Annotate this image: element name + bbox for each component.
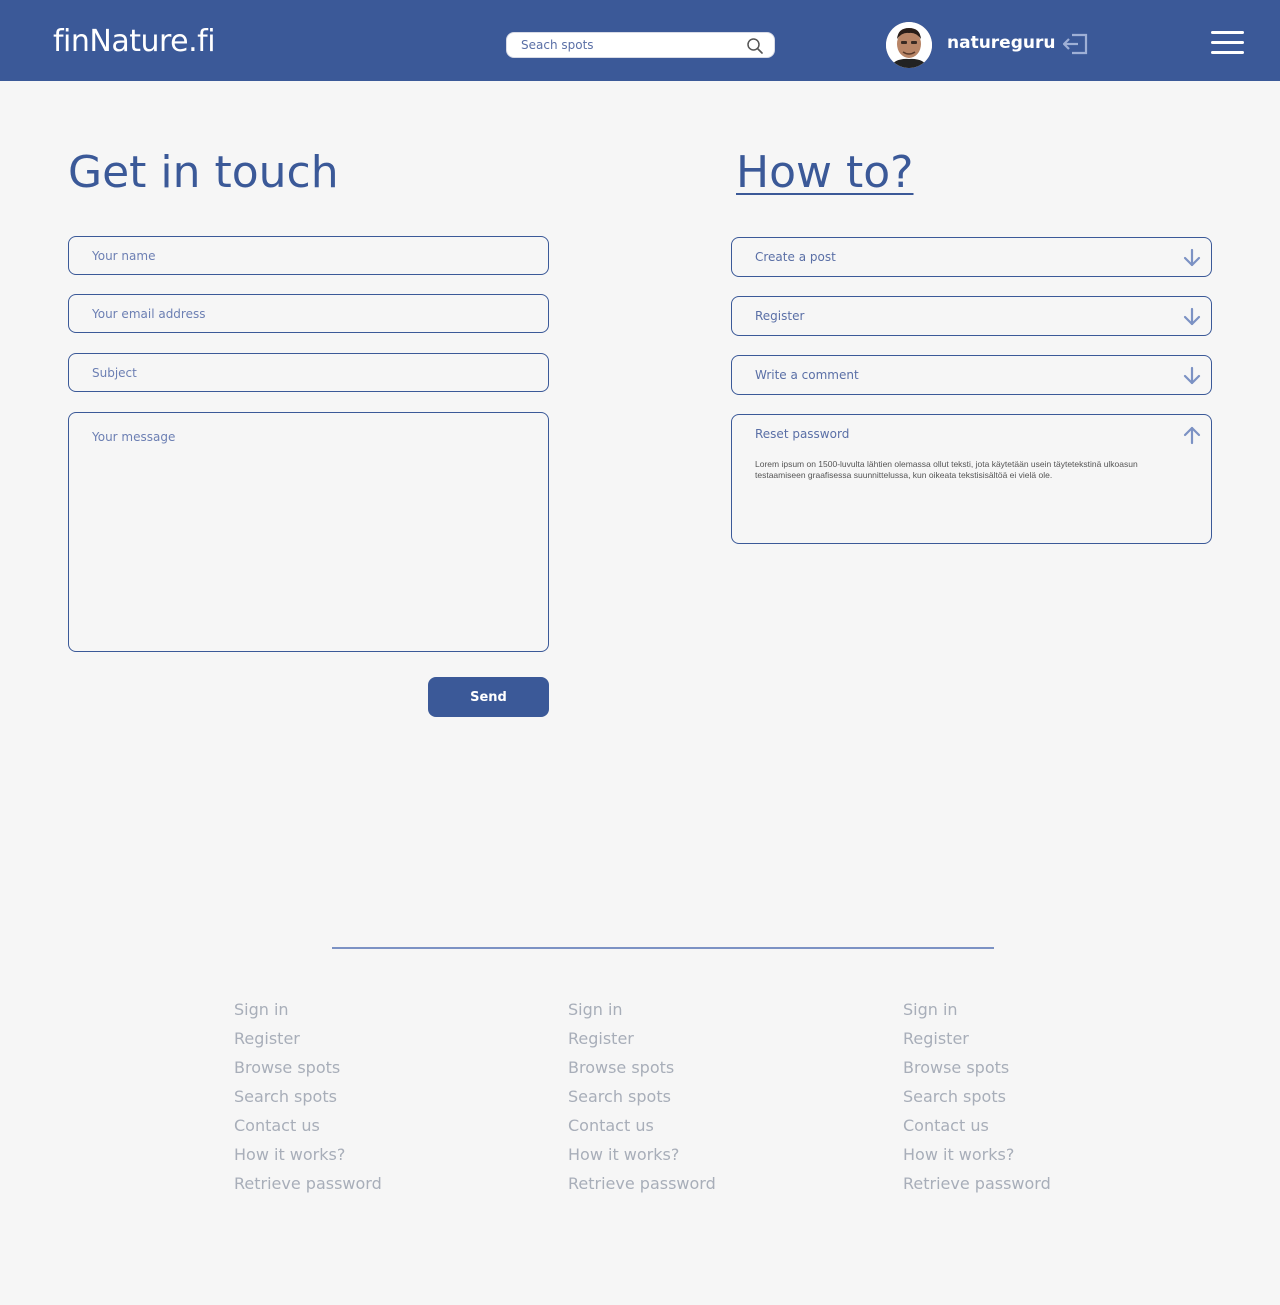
footer-link-search-spots[interactable]: Search spots: [568, 1087, 716, 1116]
footer-link-contact-us[interactable]: Contact us: [903, 1116, 1051, 1145]
arrow-down-icon[interactable]: [1183, 366, 1201, 386]
arrow-up-icon[interactable]: [1183, 425, 1201, 445]
footer-link-search-spots[interactable]: Search spots: [903, 1087, 1051, 1116]
avatar[interactable]: [886, 22, 932, 68]
subject-field[interactable]: [68, 353, 549, 392]
accordion-create-post[interactable]: Create a post: [731, 237, 1212, 277]
search-box[interactable]: [506, 32, 775, 58]
footer-link-sign-in[interactable]: Sign in: [568, 1000, 716, 1029]
footer-column-2: Sign in Register Browse spots Search spo…: [568, 1000, 716, 1203]
accordion-body-text: Lorem ipsum on 1500-luvulta lähtien olem…: [755, 459, 1138, 480]
footer-column-1: Sign in Register Browse spots Search spo…: [234, 1000, 382, 1203]
footer-link-browse-spots[interactable]: Browse spots: [568, 1058, 716, 1087]
footer-link-sign-in[interactable]: Sign in: [903, 1000, 1051, 1029]
accordion-register[interactable]: Register: [731, 296, 1212, 336]
footer-link-how-it-works[interactable]: How it works?: [903, 1145, 1051, 1174]
contact-title: Get in touch: [68, 147, 339, 198]
footer-link-register[interactable]: Register: [568, 1029, 716, 1058]
site-logo[interactable]: finNature.fi: [53, 24, 216, 59]
footer-link-how-it-works[interactable]: How it works?: [568, 1145, 716, 1174]
accordion-write-comment[interactable]: Write a comment: [731, 355, 1212, 395]
accordion-label: Create a post: [755, 250, 836, 264]
footer-link-register[interactable]: Register: [903, 1029, 1051, 1058]
avatar-photo: [886, 22, 932, 68]
accordion-label: Register: [755, 309, 805, 323]
footer-link-browse-spots[interactable]: Browse spots: [234, 1058, 382, 1087]
footer-link-browse-spots[interactable]: Browse spots: [903, 1058, 1051, 1087]
arrow-down-icon[interactable]: [1183, 248, 1201, 268]
footer-link-retrieve-password[interactable]: Retrieve password: [568, 1174, 716, 1203]
arrow-down-icon[interactable]: [1183, 307, 1201, 327]
search-icon[interactable]: [746, 37, 764, 55]
footer-link-retrieve-password[interactable]: Retrieve password: [234, 1174, 382, 1203]
accordion-reset-password[interactable]: Reset password Lorem ipsum on 1500-luvul…: [731, 414, 1212, 544]
accordion-label: Reset password: [755, 427, 850, 441]
footer-link-search-spots[interactable]: Search spots: [234, 1087, 382, 1116]
username[interactable]: natureguru: [947, 33, 1055, 53]
footer-column-3: Sign in Register Browse spots Search spo…: [903, 1000, 1051, 1203]
email-field[interactable]: [68, 294, 549, 333]
message-field[interactable]: [68, 412, 549, 652]
search-input[interactable]: [507, 33, 737, 57]
footer-link-sign-in[interactable]: Sign in: [234, 1000, 382, 1029]
send-button[interactable]: Send: [428, 677, 549, 717]
footer-link-contact-us[interactable]: Contact us: [234, 1116, 382, 1145]
footer-divider: [332, 947, 994, 949]
footer-link-how-it-works[interactable]: How it works?: [234, 1145, 382, 1174]
hamburger-menu-icon[interactable]: [1211, 30, 1244, 56]
footer-link-register[interactable]: Register: [234, 1029, 382, 1058]
footer-link-retrieve-password[interactable]: Retrieve password: [903, 1174, 1051, 1203]
top-navbar: finNature.fi natureguru: [0, 0, 1280, 81]
name-field[interactable]: [68, 236, 549, 275]
footer-link-contact-us[interactable]: Contact us: [568, 1116, 716, 1145]
howto-title[interactable]: How to?: [736, 147, 914, 198]
logout-icon[interactable]: [1063, 33, 1089, 55]
accordion-label: Write a comment: [755, 368, 859, 382]
